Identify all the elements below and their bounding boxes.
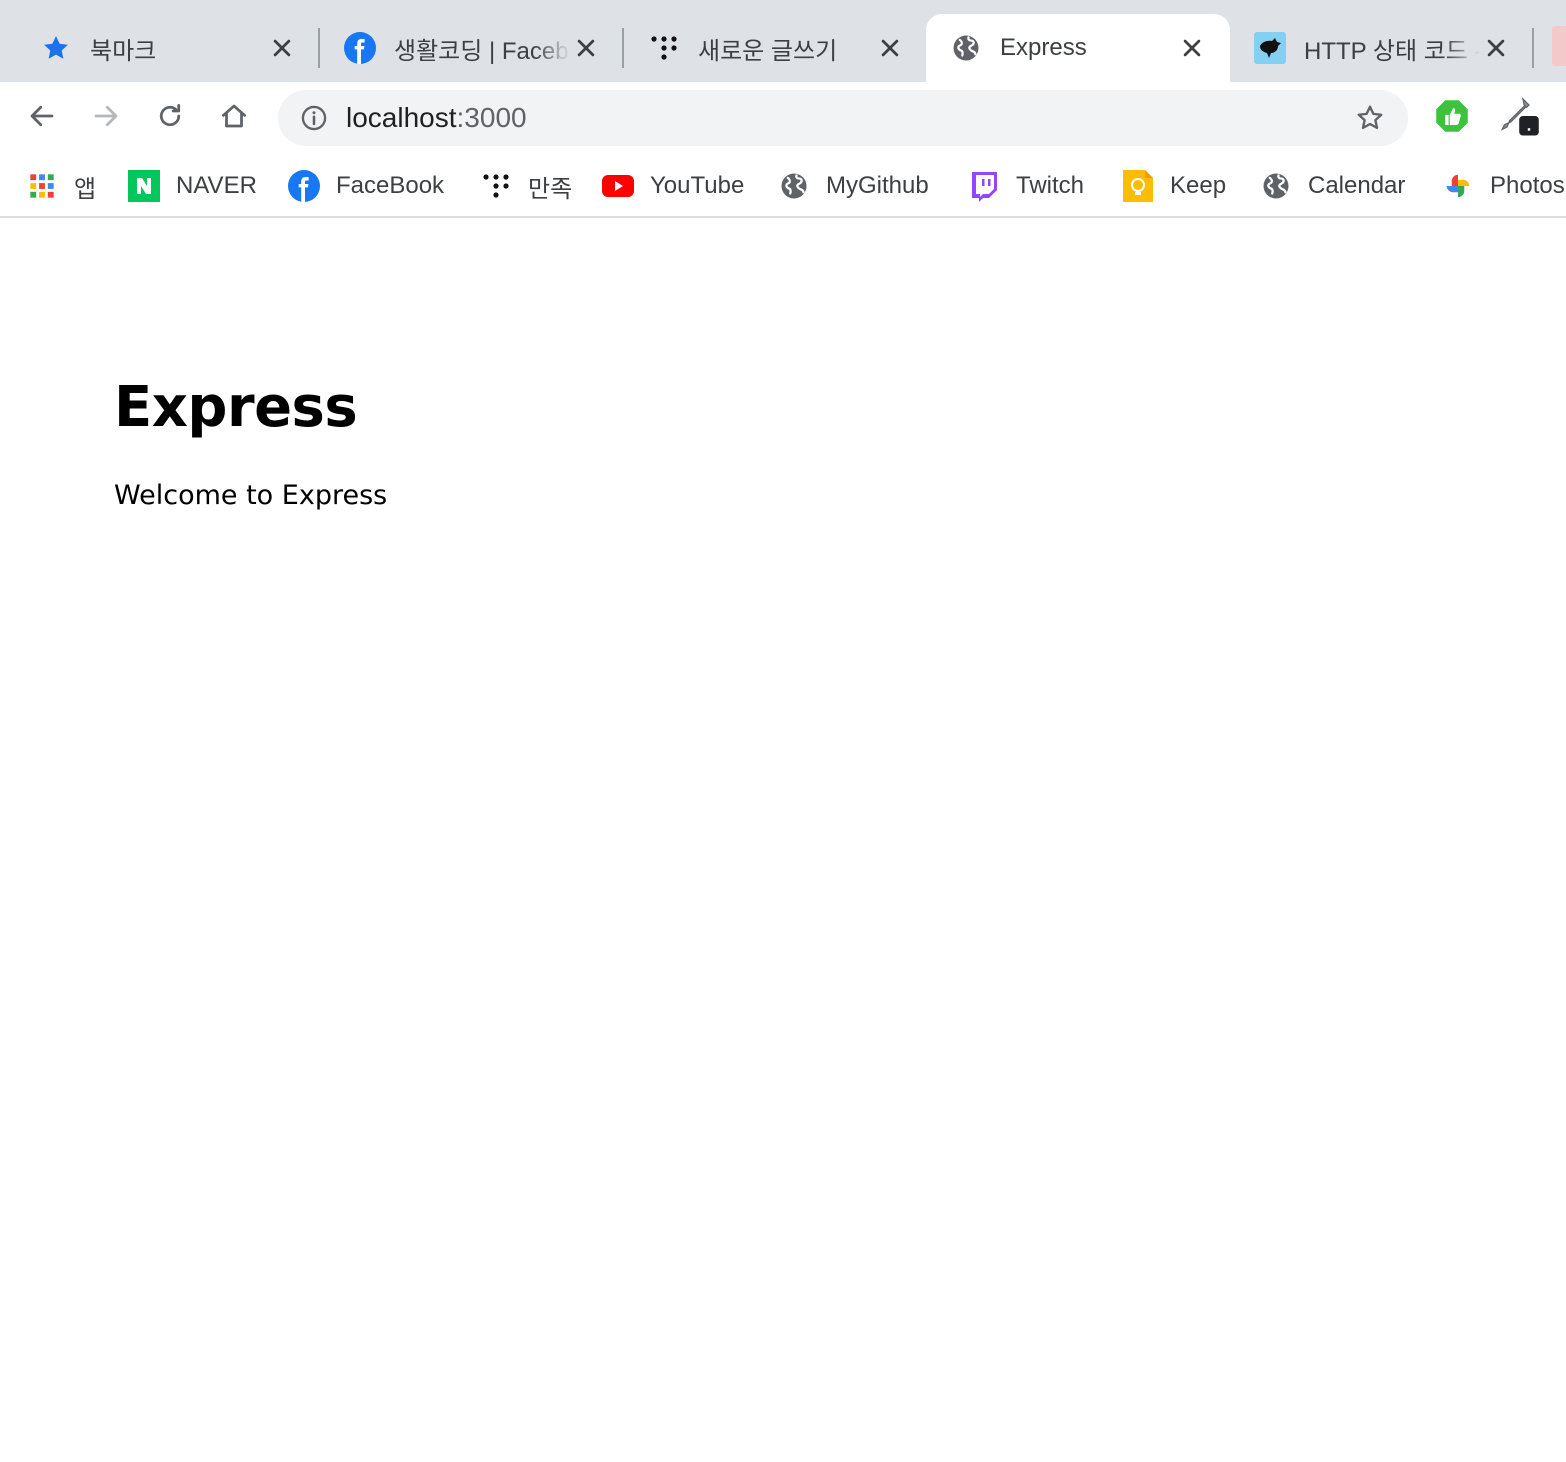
bookmark-mygithub[interactable]: MyGithub [778, 166, 929, 206]
tab-new-post[interactable]: 새로운 글쓰기 [624, 14, 928, 82]
photos-icon [1442, 170, 1474, 202]
bookmark-label: Keep [1170, 172, 1227, 199]
home-icon [219, 101, 249, 136]
tab-separator [1532, 28, 1534, 68]
tistory-icon [480, 170, 512, 202]
back-button[interactable] [18, 94, 66, 142]
home-button[interactable] [210, 94, 258, 142]
arrow-right-icon [91, 101, 121, 136]
globe-icon [950, 32, 982, 64]
page-title: Express [114, 375, 358, 440]
bookmark-calendar[interactable]: Calendar [1260, 166, 1405, 206]
toolbar: localhost:3000 [0, 82, 1566, 154]
tab-express[interactable]: Express [926, 14, 1230, 82]
tab-title: 북마크 [90, 37, 157, 65]
bookmark-twitch[interactable]: Twitch [968, 166, 1084, 206]
info-icon[interactable] [298, 102, 330, 134]
globe-icon [1260, 170, 1292, 202]
url-port: :3000 [456, 102, 527, 133]
extension-eyedropper-button[interactable] [1498, 96, 1539, 138]
close-icon[interactable] [570, 32, 602, 64]
bookmark-label: Calendar [1308, 172, 1406, 199]
reload-icon [155, 101, 185, 136]
tab-title: 생활코딩 | Facebook [394, 37, 570, 65]
bookmarks-bar: 앱 NAVER FaceBook 만족 YouTube MyGithub Twi… [0, 154, 1566, 218]
thumbs-up-icon [1434, 98, 1470, 139]
bookmark-label: 만족 [528, 175, 573, 203]
bookmark-star-outline-icon[interactable] [1354, 102, 1386, 134]
page-content: Express Welcome to Express [0, 220, 1566, 1462]
bookmark-label: FaceBook [336, 172, 445, 199]
bookmark-star-icon [40, 32, 72, 64]
globe-icon [778, 170, 810, 202]
tab-title: HTTP 상태 코드 - HTTP | MDN [1304, 37, 1480, 65]
bookmark-naver[interactable]: NAVER [128, 166, 257, 206]
bookmark-label: Photos [1490, 172, 1565, 199]
bookmark-label: NAVER [176, 172, 257, 199]
extension-thumbs-up-button[interactable] [1432, 98, 1472, 138]
bookmark-label: 앱 [74, 175, 97, 203]
tab-partial[interactable] [1552, 26, 1566, 66]
apps-grid-icon [26, 170, 58, 202]
welcome-text: Welcome to Express [114, 480, 388, 511]
url-text[interactable]: localhost:3000 [346, 103, 527, 133]
reload-button[interactable] [146, 94, 194, 142]
tab-title: 새로운 글쓰기 [698, 37, 838, 65]
forward-button[interactable] [82, 94, 130, 142]
bookmark-youtube[interactable]: YouTube [602, 166, 744, 206]
bookmark-manjok[interactable]: 만족 [480, 166, 572, 206]
bookmark-label: MyGithub [826, 172, 929, 199]
close-icon[interactable] [266, 32, 298, 64]
eyedropper-icon [1496, 94, 1540, 143]
close-icon[interactable] [1480, 32, 1512, 64]
url-host: localhost [346, 102, 457, 133]
twitch-icon [968, 170, 1000, 202]
tab-http-status[interactable]: HTTP 상태 코드 - HTTP | MDN [1230, 14, 1534, 82]
address-bar[interactable]: localhost:3000 [278, 90, 1408, 146]
tab-facebook[interactable]: 생활코딩 | Facebook [320, 14, 624, 82]
mdn-icon [1254, 32, 1286, 64]
close-icon[interactable] [874, 32, 906, 64]
arrow-left-icon [27, 101, 57, 136]
bookmark-keep[interactable]: Keep [1122, 166, 1226, 206]
bookmark-facebook[interactable]: FaceBook [288, 166, 444, 206]
facebook-icon [344, 32, 376, 64]
bookmark-label: YouTube [650, 172, 745, 199]
bookmark-label: Twitch [1016, 172, 1085, 199]
bookmark-apps[interactable]: 앱 [26, 166, 96, 206]
tab-strip: 북마크 생활코딩 | Facebook 새로운 글쓰기 Express [0, 0, 1566, 82]
facebook-icon [288, 170, 320, 202]
bookmark-photos[interactable]: Photos [1442, 166, 1565, 206]
tab-title: Express [1000, 34, 1087, 61]
close-icon[interactable] [1176, 32, 1208, 64]
naver-icon [128, 170, 160, 202]
tistory-icon [648, 32, 680, 64]
tab-bookmarks[interactable]: 북마크 [16, 14, 320, 82]
keep-icon [1122, 170, 1154, 202]
youtube-icon [602, 170, 634, 202]
